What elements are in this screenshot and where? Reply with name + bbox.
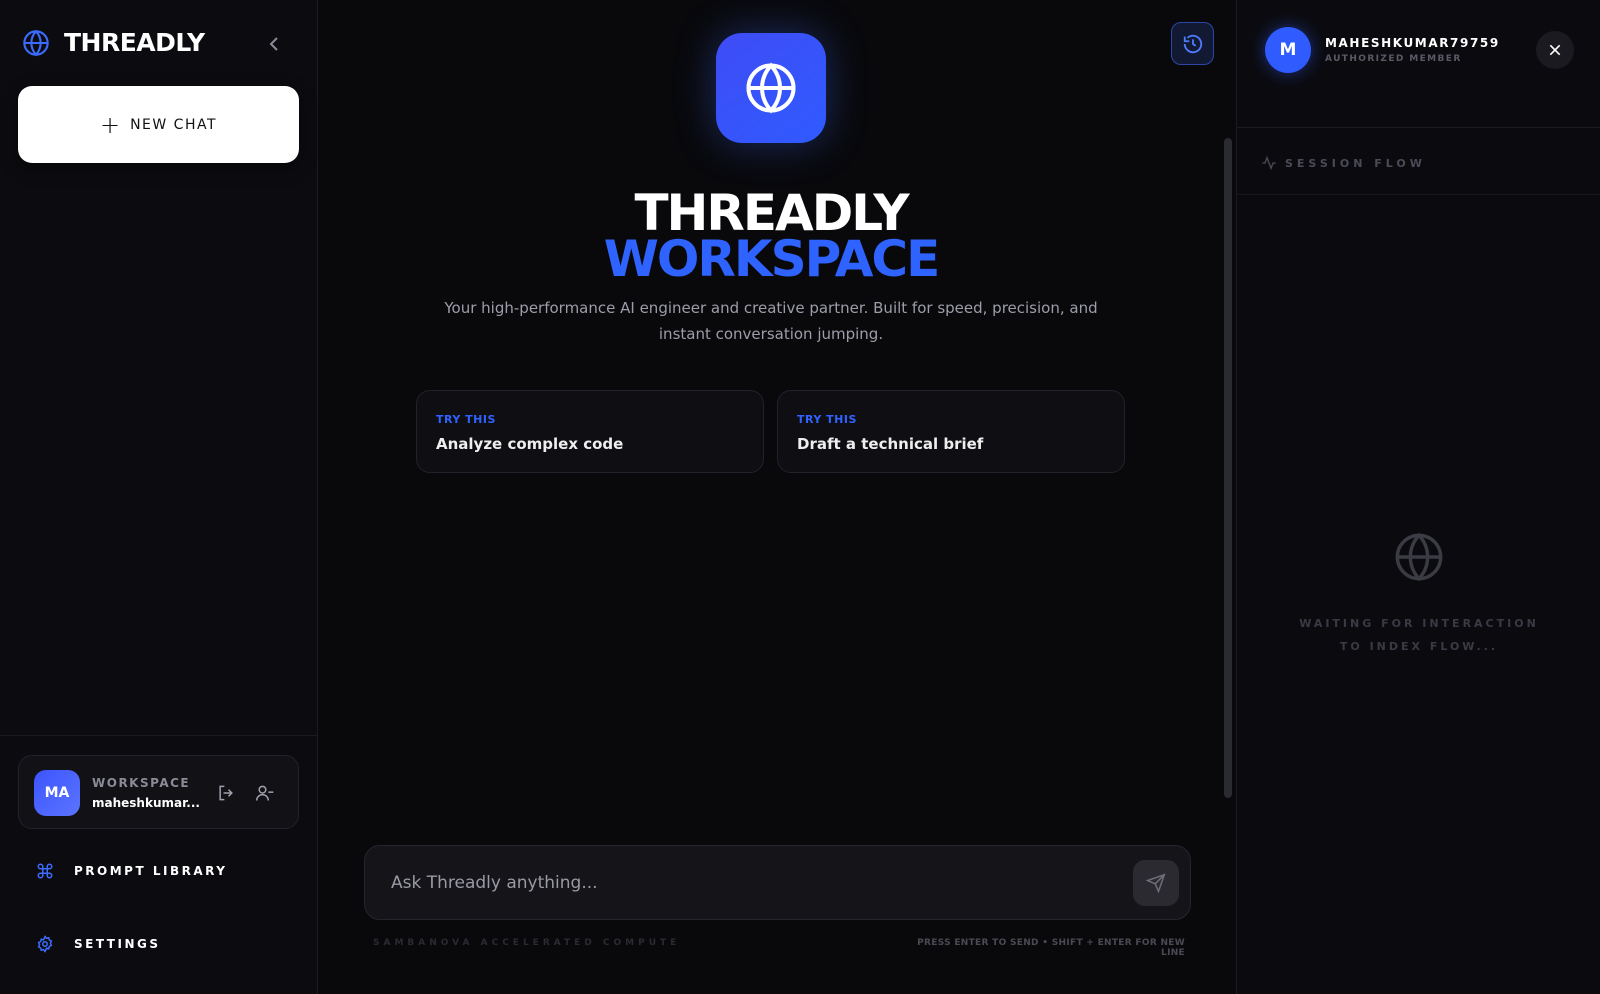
empty-state-line2: TO INDEX FLOW... bbox=[1339, 640, 1499, 653]
suggestion-tag: TRY THIS bbox=[797, 413, 857, 426]
suggestion-card-technical-brief[interactable]: TRY THIS Draft a technical brief bbox=[777, 390, 1125, 473]
user-role: AUTHORIZED MEMBER bbox=[1325, 54, 1462, 64]
composer bbox=[364, 845, 1191, 920]
new-chat-label: NEW CHAT bbox=[130, 116, 218, 133]
plus-icon: + bbox=[99, 110, 121, 139]
brand[interactable]: THREADLY bbox=[22, 28, 205, 57]
panel-divider bbox=[1237, 127, 1600, 128]
send-icon bbox=[1146, 873, 1166, 893]
close-icon bbox=[1549, 44, 1561, 56]
workspace-user: maheshkumar... bbox=[92, 796, 200, 810]
user-minus-icon[interactable] bbox=[255, 783, 275, 803]
command-icon bbox=[37, 863, 53, 879]
empty-state-text: WAITING FOR INTERACTION TO INDEX FLOW... bbox=[1277, 612, 1561, 658]
right-panel: M MAHESHKUMAR79759 AUTHORIZED MEMBER SES… bbox=[1236, 0, 1600, 994]
scrollbar[interactable] bbox=[1224, 138, 1232, 798]
logout-icon[interactable] bbox=[216, 783, 236, 803]
chat-input[interactable] bbox=[391, 864, 1111, 902]
suggestion-text: Analyze complex code bbox=[436, 435, 624, 453]
left-sidebar: THREADLY + NEW CHAT MA WORKSPACE maheshk… bbox=[0, 0, 318, 994]
avatar: M bbox=[1265, 27, 1311, 73]
send-button[interactable] bbox=[1133, 860, 1179, 906]
chevron-left-icon[interactable] bbox=[262, 32, 286, 56]
activity-icon bbox=[1262, 155, 1276, 171]
suggestion-tag: TRY THIS bbox=[436, 413, 496, 426]
globe-icon bbox=[23, 29, 49, 56]
main-area: THREADLY WORKSPACE Your high-performance… bbox=[318, 0, 1236, 994]
history-icon bbox=[1183, 34, 1202, 53]
session-flow-header: SESSION FLOW bbox=[1261, 155, 1426, 171]
workspace-title: WORKSPACE bbox=[92, 776, 191, 790]
sidebar-item-label: PROMPT LIBRARY bbox=[74, 864, 228, 878]
gear-icon bbox=[37, 935, 53, 953]
brand-name: THREADLY bbox=[64, 28, 205, 57]
new-chat-button[interactable]: + NEW CHAT bbox=[18, 86, 299, 163]
empty-state-line1: WAITING FOR INTERACTION bbox=[1299, 617, 1539, 630]
footer-hint: PRESS ENTER TO SEND • SHIFT + ENTER FOR … bbox=[917, 938, 1185, 958]
hero-title-line2: WORKSPACE bbox=[603, 230, 941, 288]
user-name: MAHESHKUMAR79759 bbox=[1325, 36, 1500, 50]
sidebar-item-prompt-library[interactable]: PROMPT LIBRARY bbox=[36, 862, 227, 880]
suggestion-text: Draft a technical brief bbox=[797, 435, 984, 453]
page-title: THREADLY WORKSPACE bbox=[318, 188, 1224, 288]
close-panel-button[interactable] bbox=[1536, 31, 1574, 69]
sidebar-divider bbox=[0, 735, 318, 736]
sidebar-item-label: SETTINGS bbox=[74, 937, 161, 951]
hero-logo bbox=[716, 33, 826, 143]
globe-icon bbox=[1395, 532, 1443, 582]
sidebar-item-settings[interactable]: SETTINGS bbox=[36, 935, 161, 953]
avatar: MA bbox=[34, 770, 80, 816]
hero-subtitle: Your high-performance AI engineer and cr… bbox=[444, 299, 1098, 343]
suggestion-card-analyze-code[interactable]: TRY THIS Analyze complex code bbox=[416, 390, 764, 473]
workspace-card: MA WORKSPACE maheshkumar... bbox=[18, 755, 299, 829]
history-button[interactable] bbox=[1171, 22, 1214, 65]
globe-icon bbox=[746, 62, 796, 114]
panel-divider bbox=[1237, 194, 1600, 195]
footer-compute-label: SAMBANOVA ACCELERATED COMPUTE bbox=[373, 938, 681, 948]
section-title: SESSION FLOW bbox=[1285, 156, 1426, 170]
